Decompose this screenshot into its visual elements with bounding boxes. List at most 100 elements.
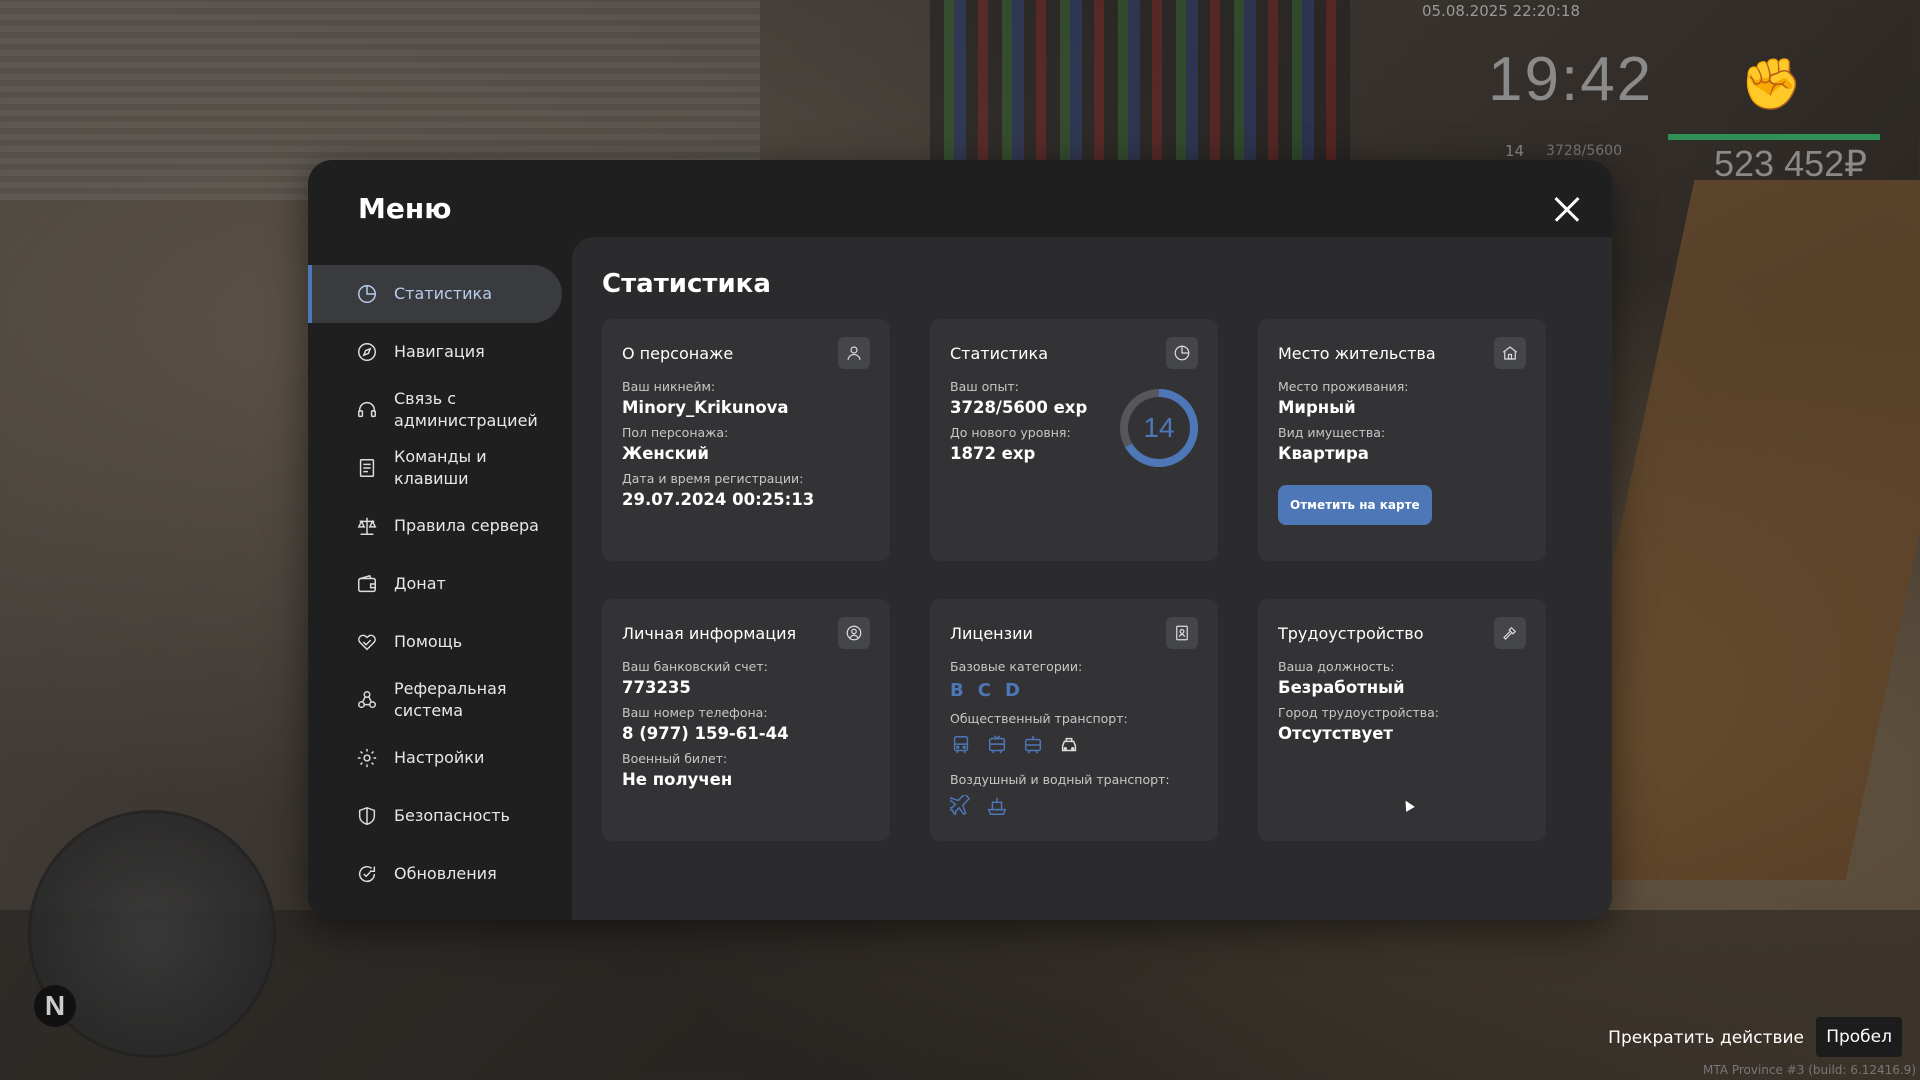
- health-bar: [1668, 134, 1880, 140]
- handshake-icon: [356, 631, 378, 653]
- close-button[interactable]: [1548, 190, 1586, 228]
- sidebar-item-label: Статистика: [394, 284, 492, 303]
- public-transport-label: Общественный транспорт:: [950, 711, 1128, 726]
- military-value: Не получен: [622, 770, 733, 789]
- refresh-icon: [356, 863, 378, 885]
- sidebar-item-statistics[interactable]: Статистика: [308, 265, 562, 323]
- background-floor: [0, 910, 1920, 1080]
- compass-north-icon: N: [34, 985, 76, 1027]
- sidebar-item-donate[interactable]: Донат: [308, 555, 572, 613]
- hud-datetime: 05.08.2025 22:20:18: [1421, 2, 1580, 20]
- bus-icon: [950, 734, 972, 760]
- nick-value: Minory_Krikunova: [622, 398, 789, 417]
- sidebar-item-label: Правила сервера: [394, 516, 539, 535]
- phone-value: 8 (977) 159-61-44: [622, 724, 789, 743]
- trolleybus-icon: [986, 734, 1008, 760]
- sidebar-item-label: Настройки: [394, 748, 485, 767]
- card-personal-info: Личная информация Ваш банковский счет: 7…: [602, 599, 890, 841]
- sidebar-item-referral[interactable]: Реферальная система: [308, 671, 572, 729]
- id-card-icon: [1166, 617, 1198, 649]
- user-circle-icon: [838, 617, 870, 649]
- tram-icon: [1022, 734, 1044, 760]
- card-licenses: Лицензии Базовые категории: B C D Общест…: [930, 599, 1218, 841]
- sidebar-item-admin-contact[interactable]: Связь с администрацией: [308, 381, 572, 439]
- document-icon: [356, 457, 378, 479]
- sidebar-item-help[interactable]: Помощь: [308, 613, 572, 671]
- bank-account-label: Ваш банковский счет:: [622, 659, 768, 674]
- property-type-label: Вид имущества:: [1278, 425, 1386, 440]
- build-info: MTA Province #3 (build: 6.12416.9): [1703, 1063, 1916, 1077]
- sidebar-item-label: Навигация: [394, 342, 485, 361]
- card-title: Личная информация: [622, 623, 797, 643]
- action-key[interactable]: Пробел: [1816, 1017, 1902, 1057]
- compass-icon: [356, 341, 378, 363]
- license-categories: B C D: [950, 680, 1198, 701]
- property-type-value: Квартира: [1278, 444, 1369, 463]
- air-water-transport-label: Воздушный и водный транспорт:: [950, 772, 1170, 787]
- menu-modal: Меню Статистика Навигация Связь с админи…: [308, 160, 1612, 920]
- sidebar-item-label: Обновления: [394, 864, 497, 883]
- job-city-label: Город трудоустройства:: [1278, 705, 1440, 720]
- job-city-value: Отсутствует: [1278, 724, 1393, 743]
- sidebar-item-settings[interactable]: Настройки: [308, 729, 572, 787]
- action-hint: Прекратить действие: [1608, 1028, 1804, 1048]
- card-title: Лицензии: [950, 623, 1033, 643]
- sidebar-item-label: Безопасность: [394, 806, 510, 825]
- house-icon: [1494, 337, 1526, 369]
- sidebar-item-rules[interactable]: Правила сервера: [308, 497, 572, 555]
- fist-icon: ✊: [1740, 55, 1803, 113]
- content-panel: Статистика О персонаже Ваш никнейм: Mino…: [572, 237, 1612, 920]
- wallet-icon: [356, 573, 378, 595]
- shield-icon: [356, 805, 378, 827]
- hud-money: 523 452₽: [1714, 143, 1868, 184]
- card-residence: Место жительства Место проживания: Мирны…: [1258, 319, 1546, 561]
- sidebar-item-label: Команды и клавиши: [394, 447, 487, 488]
- headset-icon: [356, 399, 378, 421]
- phone-label: Ваш номер телефона:: [622, 705, 768, 720]
- hud-exp: 3728/5600: [1546, 143, 1622, 159]
- hud-level: 14: [1505, 142, 1525, 160]
- nick-label: Ваш никнейм:: [622, 379, 716, 394]
- page-title: Статистика: [602, 269, 771, 299]
- registration-label: Дата и время регистрации:: [622, 471, 804, 486]
- sidebar-item-commands[interactable]: Команды и клавиши: [308, 439, 572, 497]
- scales-icon: [356, 515, 378, 537]
- license-category: C: [977, 680, 991, 701]
- public-transport-icons: [950, 734, 1198, 760]
- card-title: Место жительства: [1278, 343, 1436, 363]
- airplane-icon: [947, 793, 972, 821]
- base-categories-label: Базовые категории:: [950, 659, 1083, 674]
- menu-title: Меню: [358, 192, 452, 225]
- gear-icon: [356, 747, 378, 769]
- sidebar-item-label: Помощь: [394, 632, 463, 651]
- job-position-label: Ваша должность:: [1278, 659, 1395, 674]
- card-title: Статистика: [950, 343, 1048, 363]
- registration-value: 29.07.2024 00:25:13: [622, 490, 815, 509]
- military-label: Военный билет:: [622, 751, 728, 766]
- residence-place-label: Место проживания:: [1278, 379, 1409, 394]
- pie-chart-icon: [1166, 337, 1198, 369]
- bank-account-value: 773235: [622, 678, 691, 697]
- card-statistics: Статистика Ваш опыт: 3728/5600 exp До но…: [930, 319, 1218, 561]
- background-bookshelf: [930, 0, 1350, 170]
- air-water-transport-icons: [947, 793, 1198, 821]
- sidebar-item-navigation[interactable]: Навигация: [308, 323, 572, 381]
- sidebar-item-security[interactable]: Безопасность: [308, 787, 572, 845]
- license-category: B: [950, 680, 964, 701]
- hammer-icon: [1494, 617, 1526, 649]
- card-title: О персонаже: [622, 343, 734, 363]
- pie-chart-icon: [356, 283, 378, 305]
- sidebar-item-updates[interactable]: Обновления: [308, 845, 572, 903]
- user-icon: [838, 337, 870, 369]
- taxi-icon: [1058, 734, 1080, 760]
- sidebar-item-label: Донат: [394, 574, 446, 593]
- level-ring: 14: [1118, 387, 1200, 469]
- sidebar-item-label: Связь с администрацией: [394, 389, 538, 430]
- card-character: О персонаже Ваш никнейм: Minory_Krikunov…: [602, 319, 890, 561]
- sidebar-item-label: Реферальная система: [394, 679, 507, 720]
- gender-value: Женский: [622, 444, 709, 463]
- mark-on-map-button[interactable]: Отметить на карте: [1278, 485, 1432, 525]
- referral-icon: [356, 689, 378, 711]
- card-title: Трудоустройство: [1278, 623, 1424, 643]
- job-position-value: Безработный: [1278, 678, 1405, 697]
